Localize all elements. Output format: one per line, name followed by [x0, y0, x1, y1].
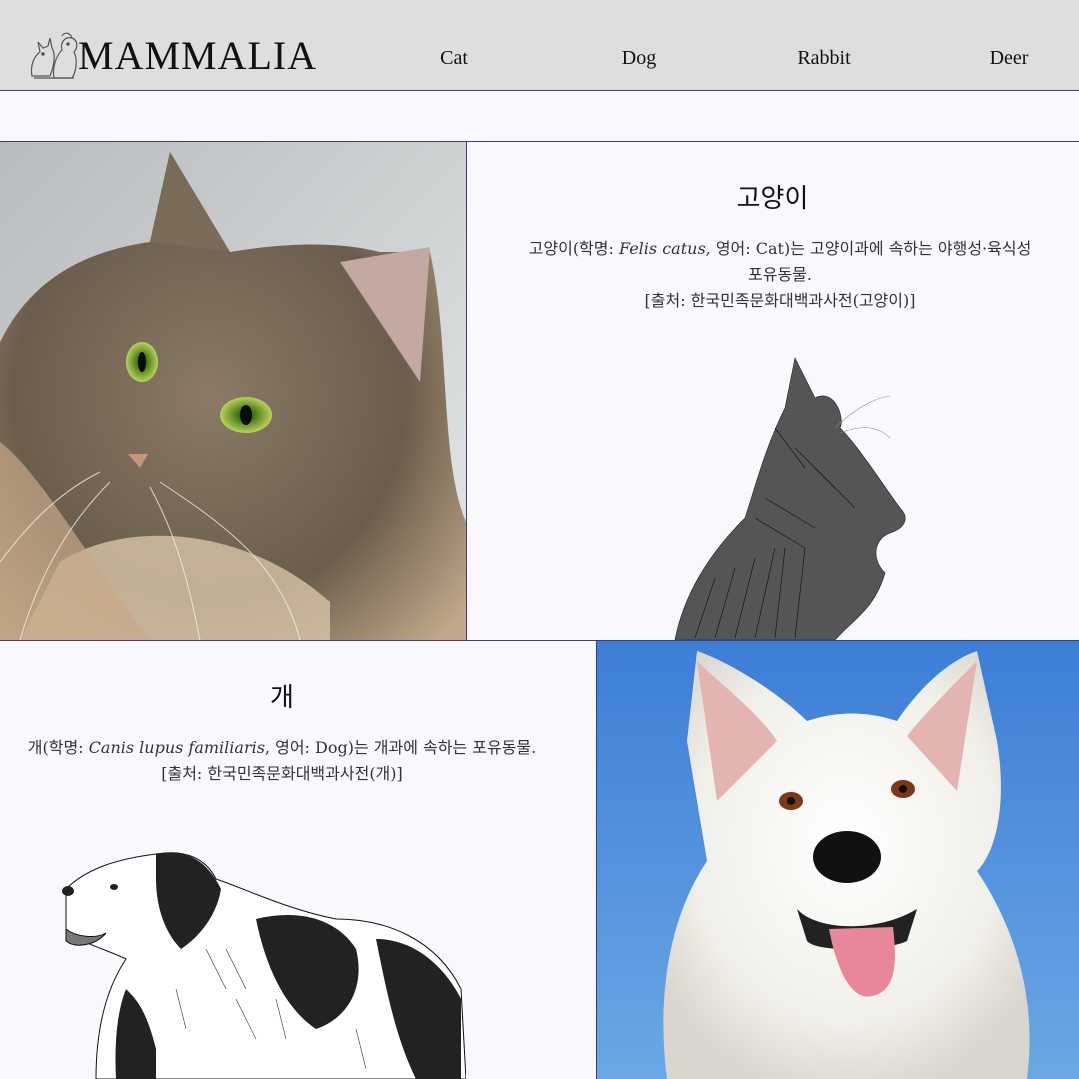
dog-source[interactable]: [출처: 한국민족문화대백과사전(개)]: [161, 764, 403, 783]
cat-description: 고양이(학명: Felis catus, 영어: Cat)는 고양이과에 속하는…: [520, 236, 1040, 314]
cat-and-dog-logo-icon[interactable]: [24, 26, 80, 82]
cat-sketch: [674, 357, 906, 640]
dog-sketch: [62, 852, 466, 1079]
site-header: MAMMALIA Cat Dog Rabbit Deer: [0, 0, 1079, 91]
dog-desc-prefix: 개(학명:: [27, 738, 89, 757]
cat-photo: [0, 142, 467, 640]
dog-photo: [596, 641, 1079, 1079]
site-brand[interactable]: MAMMALIA: [78, 32, 317, 80]
dog-photo-image: [597, 641, 1079, 1079]
dog-section: 개 개(학명: Canis lupus familiaris, 영어: Dog)…: [0, 641, 1079, 1079]
cat-scientific-name: Felis catus: [618, 239, 706, 258]
cat-desc-suffix: , 영어: Cat)는 고양이과에 속하는 야행성·육식성 포유동물.: [705, 239, 1032, 284]
cat-photo-image: [0, 142, 466, 640]
nav-rabbit[interactable]: Rabbit: [764, 46, 884, 70]
cat-source[interactable]: [출처: 한국민족문화대백과사전(고양이)]: [645, 291, 916, 310]
nav-dog[interactable]: Dog: [579, 46, 699, 70]
nav-deer[interactable]: Deer: [949, 46, 1069, 70]
nav-cat[interactable]: Cat: [394, 46, 514, 70]
cat-section: 고양이 고양이(학명: Felis catus, 영어: Cat)는 고양이과에…: [0, 142, 1079, 640]
dog-title: 개: [270, 683, 294, 713]
cat-desc-prefix: 고양이(학명:: [528, 239, 619, 258]
cat-title: 고양이: [736, 184, 809, 214]
dog-description: 개(학명: Canis lupus familiaris, 영어: Dog)는 …: [24, 735, 540, 787]
dog-desc-suffix: , 영어: Dog)는 개과에 속하는 포유동물.: [264, 738, 537, 757]
dog-scientific-name: Canis lupus familiaris: [88, 738, 265, 757]
